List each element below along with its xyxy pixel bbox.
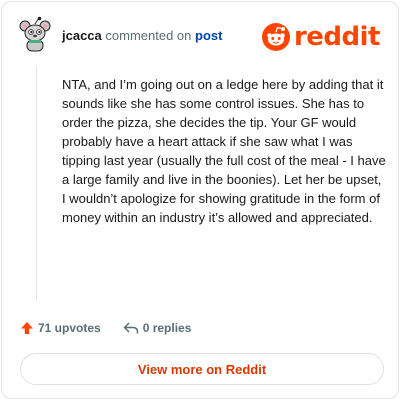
view-more-button[interactable]: View more on Reddit [20, 353, 384, 385]
reddit-logo[interactable]: reddit [261, 22, 381, 52]
reply-count: 0 replies [142, 321, 192, 335]
comment-actions: 71 upvotes 0 replies [20, 318, 191, 338]
snoo-avatar-icon [19, 16, 51, 52]
upvote-count: 71 upvotes [38, 321, 101, 335]
upvote-arrow-icon [21, 322, 33, 334]
reddit-wordmark: reddit [293, 22, 381, 52]
reply-button[interactable]: 0 replies [123, 321, 192, 335]
comment-embed-card: jcacca commented on post reddit NTA, and… [1, 1, 399, 399]
thread-line [36, 66, 37, 300]
comment-byline: jcacca commented on post [62, 28, 222, 43]
post-link[interactable]: post [195, 28, 222, 43]
comment-body: NTA, and I’m going out on a ledge here b… [62, 77, 386, 225]
comment-header: jcacca commented on post reddit [18, 16, 382, 56]
upvote-button[interactable]: 71 upvotes [20, 321, 101, 335]
reddit-snoo-icon [261, 23, 290, 51]
reply-arrow-icon [123, 322, 138, 334]
username-link[interactable]: jcacca [62, 28, 102, 43]
avatar[interactable] [18, 16, 52, 54]
action-text: commented on [105, 28, 192, 43]
